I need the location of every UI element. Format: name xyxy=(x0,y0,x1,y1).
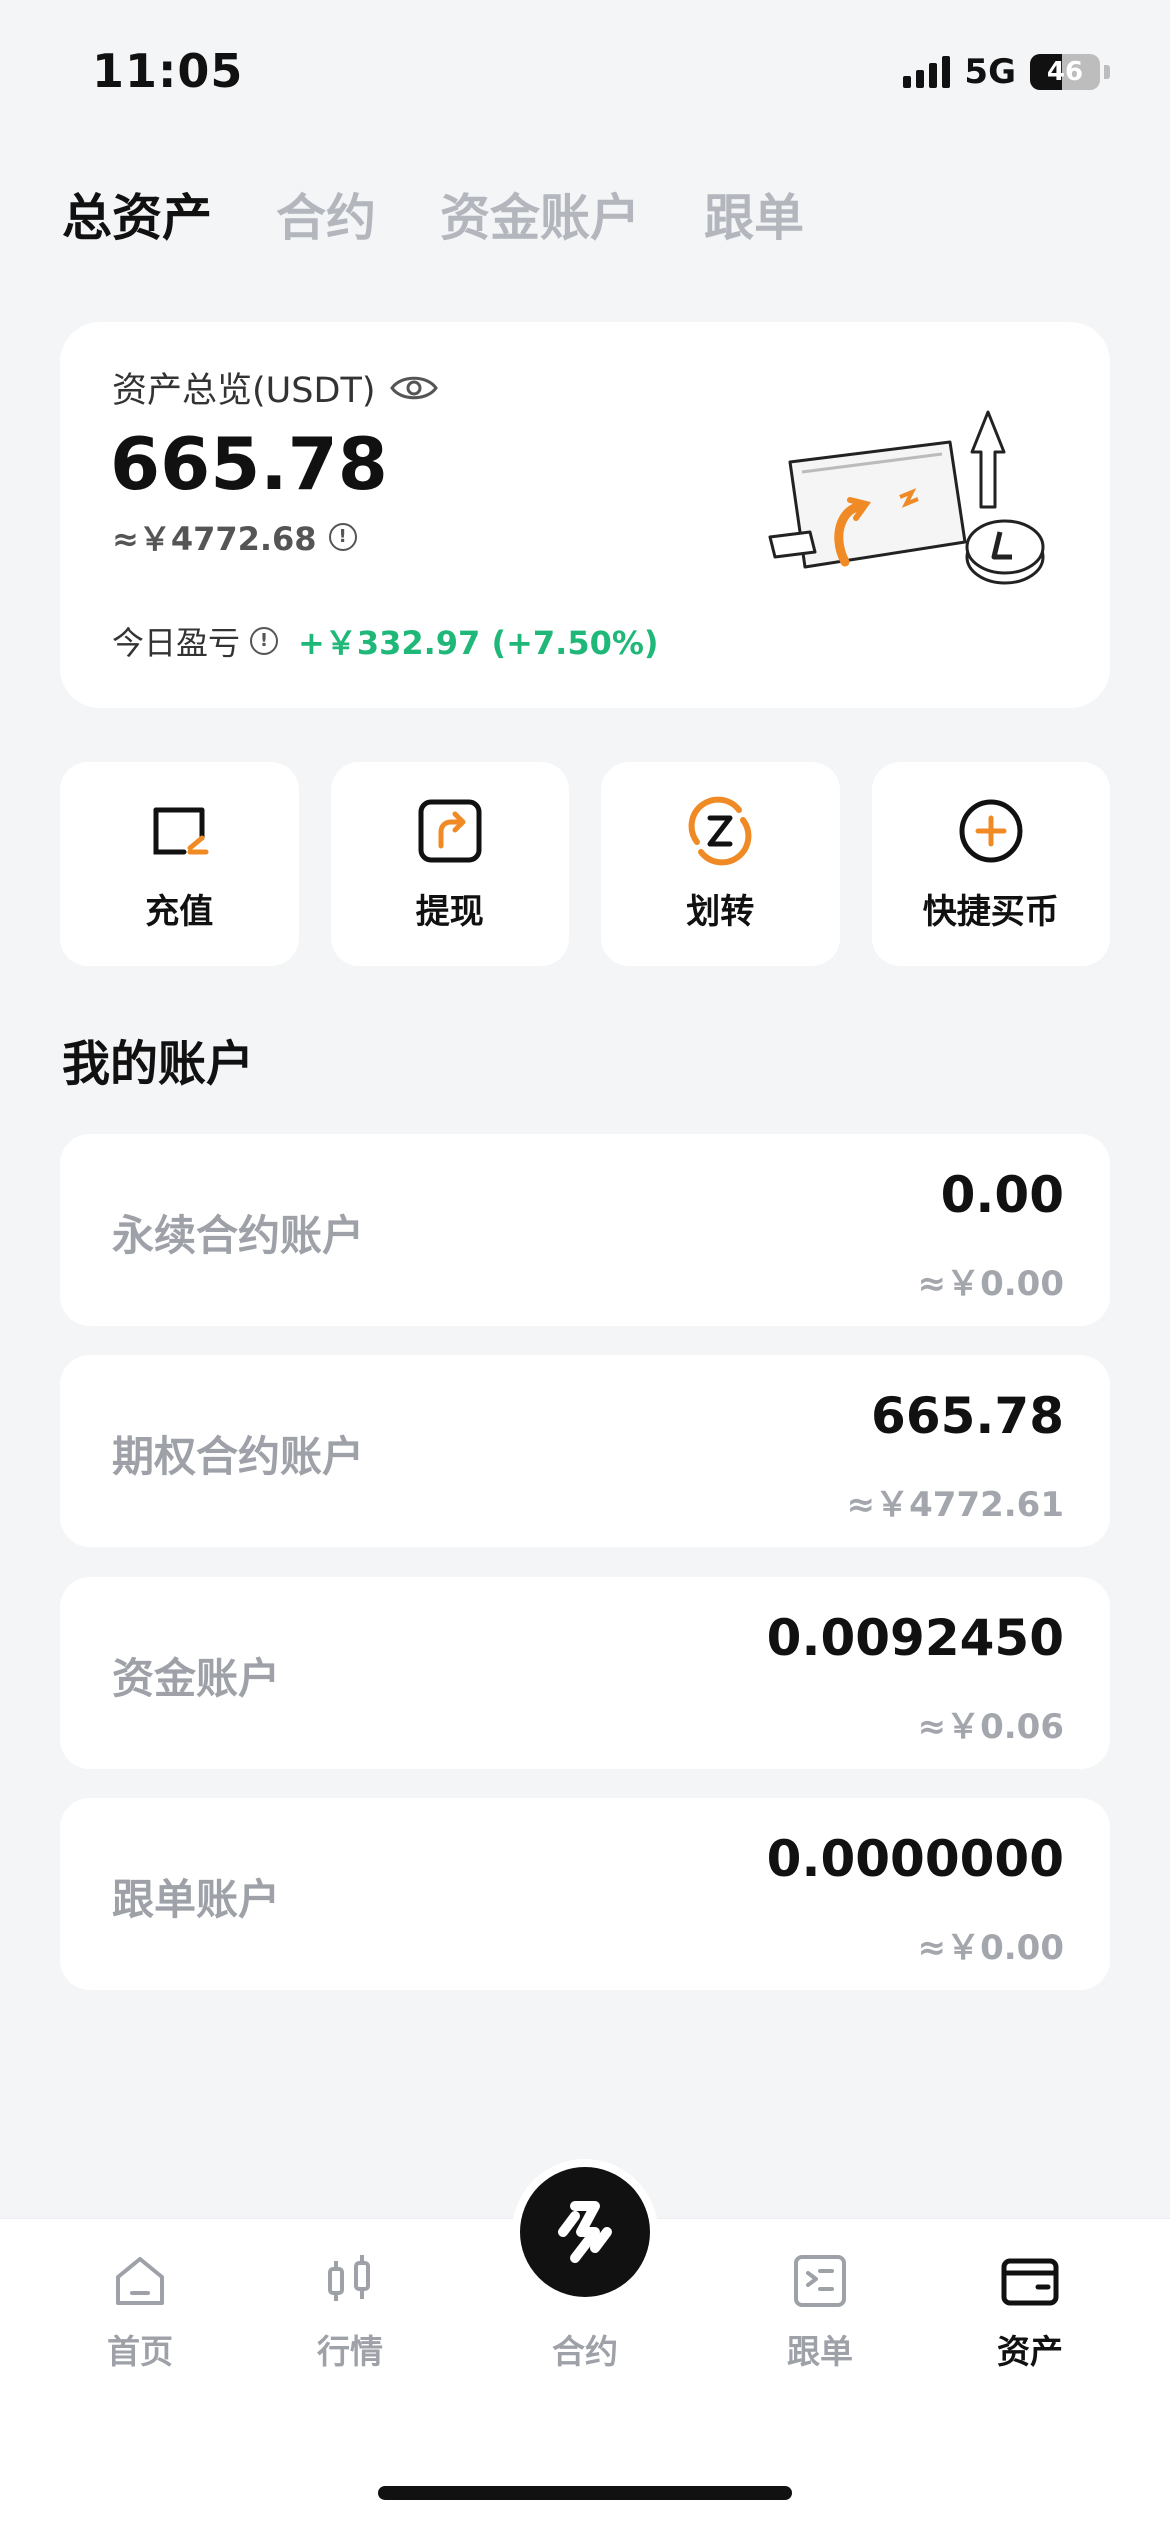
deposit-icon xyxy=(153,807,209,854)
nav-market-label: 行情 xyxy=(317,2332,383,2371)
tab-copy-trade[interactable]: 跟单 xyxy=(704,178,804,250)
account-cny: ≈￥4772.61 xyxy=(846,1485,1064,1525)
account-value: 0.0000000 xyxy=(766,1830,1064,1888)
total-asset-value: 665.78 xyxy=(110,422,388,506)
status-indicators: 5G 46 xyxy=(903,52,1110,92)
contract-logo-glyph xyxy=(558,2201,612,2263)
account-value: 0.0092450 xyxy=(766,1609,1064,1667)
today-pnl-row: 今日盈亏 ! +￥332.97 (+7.50%) xyxy=(112,618,659,664)
info-icon[interactable]: ! xyxy=(328,523,357,551)
tab-total-assets[interactable]: 总资产 xyxy=(62,178,212,250)
account-cny: ≈￥0.00 xyxy=(917,1928,1064,1968)
account-name: 期权合约账户 xyxy=(112,1432,365,1481)
wallet-icon xyxy=(1001,2258,1059,2306)
options-contract-account-card[interactable]: 期权合约账户 665.78 ≈￥4772.61 xyxy=(60,1355,1110,1547)
withdraw-button[interactable]: 提现 xyxy=(330,762,569,966)
account-cny: ≈￥0.06 xyxy=(917,1707,1064,1747)
contract-logo-icon[interactable] xyxy=(512,2159,658,2305)
market-candles-icon xyxy=(328,2255,370,2301)
nav-copy-trade-label: 跟单 xyxy=(787,2332,853,2371)
withdraw-label: 提现 xyxy=(415,891,484,932)
asset-tabs: 总资产 合约 资金账户 跟单 xyxy=(62,178,804,250)
overview-label-row: 资产总览(USDT) xyxy=(112,362,439,413)
asset-overview-card: 资产总览(USDT) 665.78 ≈￥4772.68 ! 今日盈亏 ! +￥3… xyxy=(60,322,1110,708)
home-icon xyxy=(116,2257,164,2305)
battery-icon: 46 xyxy=(1030,54,1100,90)
overview-label: 资产总览(USDT) xyxy=(112,371,376,411)
funding-account-card[interactable]: 资金账户 0.0092450 ≈￥0.06 xyxy=(60,1577,1110,1769)
pnl-info-icon[interactable]: ! xyxy=(250,627,279,655)
home-indicator xyxy=(378,2486,792,2500)
account-value: 665.78 xyxy=(871,1387,1064,1445)
transfer-button[interactable]: 划转 xyxy=(601,762,840,966)
deposit-button[interactable]: 充值 xyxy=(60,762,299,966)
quick-buy-icon xyxy=(959,799,1023,862)
my-accounts-title: 我的账户 xyxy=(62,1036,255,1092)
account-value: 0.00 xyxy=(940,1166,1064,1224)
nav-home[interactable]: 首页 xyxy=(60,2249,220,2373)
nav-contract-label: 合约 xyxy=(552,2332,618,2371)
copy-trade-icon xyxy=(794,2255,846,2307)
quick-buy-button[interactable]: 快捷买币 xyxy=(871,762,1110,966)
nav-market[interactable]: 行情 xyxy=(270,2249,430,2373)
perpetual-contract-account-card[interactable]: 永续合约账户 0.00 ≈￥0.00 xyxy=(60,1134,1110,1326)
status-bar: 11:05 5G 46 xyxy=(0,0,1170,150)
account-name: 资金账户 xyxy=(112,1654,281,1703)
account-cny: ≈￥0.00 xyxy=(917,1264,1064,1304)
eye-icon[interactable] xyxy=(389,373,439,403)
network-type: 5G xyxy=(964,52,1016,92)
tab-funding-account[interactable]: 资金账户 xyxy=(440,178,640,250)
nav-copy-trade[interactable]: 跟单 xyxy=(740,2249,900,2373)
total-asset-cny: ≈￥4772.68 xyxy=(112,520,317,558)
transfer-label: 划转 xyxy=(686,891,755,932)
account-name: 永续合约账户 xyxy=(112,1211,365,1260)
transfer-icon xyxy=(688,796,752,865)
total-asset-cny-row: ≈￥4772.68 ! xyxy=(112,514,357,560)
battery-tip xyxy=(1104,65,1110,79)
wallet-illustration xyxy=(768,410,1045,585)
tab-contract[interactable]: 合约 xyxy=(276,178,376,250)
bottom-nav: 首页 行情 合约 跟单 资产 xyxy=(0,2159,1170,2532)
deposit-label: 充值 xyxy=(145,891,214,932)
today-pnl-label: 今日盈亏 xyxy=(112,624,241,662)
withdraw-icon xyxy=(418,799,482,862)
nav-assets-label: 资产 xyxy=(997,2332,1063,2371)
signal-icon xyxy=(903,56,951,88)
nav-assets[interactable]: 资产 xyxy=(950,2249,1110,2373)
today-pnl-value: +￥332.97 (+7.50%) xyxy=(298,624,659,662)
battery-level: 46 xyxy=(1046,57,1084,87)
quick-actions: 充值 提现 划转 快捷买币 xyxy=(60,762,1110,966)
status-time: 11:05 xyxy=(92,44,244,98)
account-name: 跟单账户 xyxy=(112,1875,281,1924)
copy-trade-account-card[interactable]: 跟单账户 0.0000000 ≈￥0.00 xyxy=(60,1798,1110,1990)
nav-home-label: 首页 xyxy=(107,2332,173,2371)
quick-buy-label: 快捷买币 xyxy=(922,891,1059,932)
